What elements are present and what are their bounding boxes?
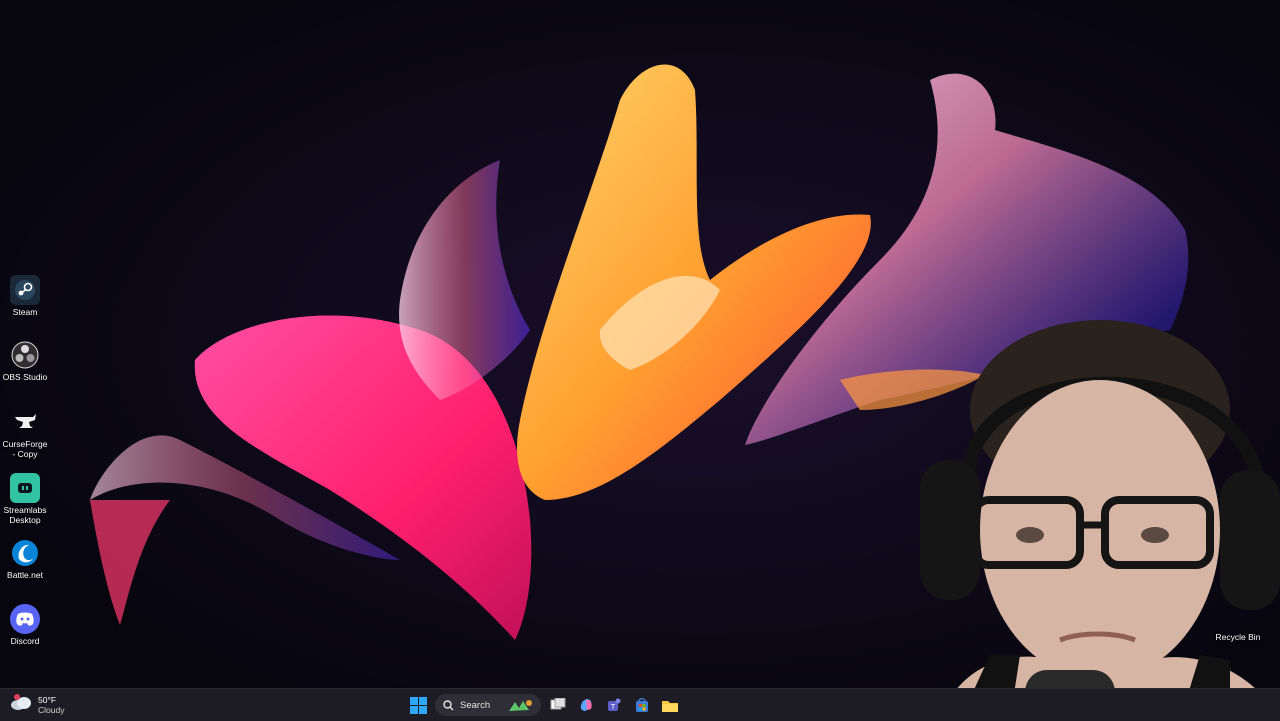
desktop-icon-steam[interactable]: Steam (0, 275, 50, 317)
weather-condition: Cloudy (38, 704, 65, 715)
desktop-icon-curseforge[interactable]: CurseForge - Copy (0, 407, 50, 459)
taskbar: 50°F Cloudy Search T (0, 688, 1280, 721)
desktop-icon-label: Recycle Bin (1215, 632, 1261, 642)
weather-temp: 50°F (38, 694, 57, 705)
desktop-icon-streamlabs[interactable]: Streamlabs Desktop (0, 473, 50, 525)
taskbar-task-view[interactable] (547, 694, 569, 716)
taskbar-file-explorer[interactable] (659, 694, 681, 716)
streamlabs-icon (10, 473, 40, 503)
taskbar-teams[interactable]: T (603, 694, 625, 716)
svg-text:T: T (611, 704, 616, 711)
discord-icon (10, 604, 40, 634)
desktop-icon-label: Streamlabs Desktop (3, 505, 47, 525)
folder-icon (662, 700, 678, 712)
copilot-icon (580, 699, 592, 711)
desktop-icon-label: Battle.net (7, 570, 43, 580)
desktop-icon-label: Discord (10, 636, 40, 646)
windows-logo-icon (409, 696, 427, 714)
taskbar-copilot[interactable] (575, 694, 597, 716)
teams-icon: T (608, 698, 621, 711)
cloud-icon (10, 693, 32, 716)
weather-widget[interactable]: 50°F Cloudy (10, 693, 64, 716)
task-view-icon (550, 698, 566, 710)
store-icon (636, 698, 648, 712)
recycle-bin-icon (1224, 600, 1252, 630)
desktop-icon-label: CurseForge - Copy (2, 439, 48, 459)
taskbar-microsoft-store[interactable] (631, 694, 653, 716)
webcam-overlay (920, 320, 1280, 720)
curseforge-icon (10, 407, 40, 437)
search-highlight-icon (509, 700, 532, 711)
desktop-icon-label: Steam (12, 307, 38, 317)
battlenet-icon (10, 538, 40, 568)
search-label: Search (460, 699, 491, 711)
obs-icon (10, 340, 40, 370)
desktop-icon-discord[interactable]: Discord (0, 604, 50, 646)
taskbar-center: Search T (407, 693, 681, 717)
desktop-icon-obs[interactable]: OBS Studio (0, 340, 50, 382)
desktop-icon-label: OBS Studio (2, 372, 48, 382)
start-button[interactable] (407, 694, 429, 716)
search-icon (443, 699, 454, 710)
desktop-icon-recycle-bin[interactable]: Recycle Bin (1210, 600, 1266, 642)
taskbar-search[interactable]: Search (435, 694, 541, 716)
desktop-icon-battlenet[interactable]: Battle.net (0, 538, 50, 580)
steam-icon (10, 275, 40, 305)
